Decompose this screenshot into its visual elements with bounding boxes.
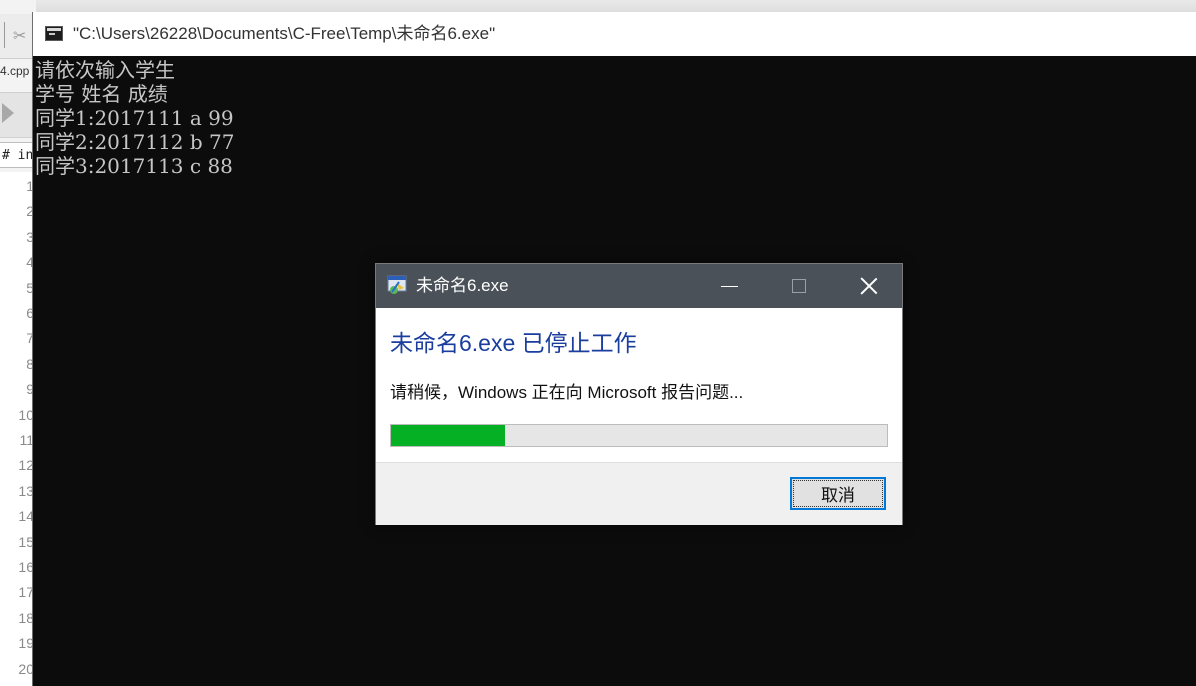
line-number: 3 xyxy=(26,228,34,245)
console-line: 同学3:2017113 c 88 xyxy=(35,154,233,178)
error-dialog: 未命名6.exe 未命名6.exe 已停止工作 请稍候，Windows 正在向 … xyxy=(375,263,903,525)
scissors-icon[interactable]: ✂ xyxy=(13,26,26,45)
cancel-button[interactable]: 取消 xyxy=(790,477,886,510)
maximize-icon xyxy=(792,279,806,293)
minimize-button[interactable] xyxy=(694,264,764,308)
line-number: 15 xyxy=(18,533,34,550)
minimize-icon xyxy=(720,285,738,287)
console-title: "C:\Users\26228\Documents\C-Free\Temp\未命… xyxy=(73,24,496,43)
line-number: 4 xyxy=(26,254,34,271)
line-number: 1 xyxy=(26,178,34,194)
line-number: 19 xyxy=(18,635,34,652)
console-line: 同学2:2017112 b 77 xyxy=(35,130,235,154)
dialog-titlebar[interactable]: 未命名6.exe xyxy=(376,264,902,308)
line-number: 13 xyxy=(18,482,34,499)
console-line: 请依次输入学生 xyxy=(35,58,175,82)
play-icon xyxy=(2,103,14,123)
line-number: 11 xyxy=(19,432,34,448)
line-number: 9 xyxy=(26,381,34,398)
toolbar-separator xyxy=(4,22,5,48)
line-number: 17 xyxy=(18,584,34,601)
line-number: 8 xyxy=(26,355,34,372)
progress-fill xyxy=(391,425,505,446)
line-number: 18 xyxy=(18,609,34,626)
dialog-heading: 未命名6.exe 已停止工作 xyxy=(390,330,637,356)
ide-editor-tab[interactable]: 4.cpp xyxy=(0,64,36,82)
line-number: 14 xyxy=(18,508,34,525)
line-number: 2 xyxy=(26,203,34,220)
close-button[interactable] xyxy=(834,264,904,308)
console-line: 学号 姓名 成绩 xyxy=(35,82,168,106)
line-number: 7 xyxy=(26,330,34,347)
ide-file-tab[interactable]: # in xyxy=(0,142,36,168)
console-titlebar[interactable]: "C:\Users\26228\Documents\C-Free\Temp\未命… xyxy=(33,12,1196,56)
ide-run-button[interactable] xyxy=(0,92,36,138)
line-number: 20 xyxy=(18,660,34,677)
report-progress-bar xyxy=(390,424,888,447)
line-number: 5 xyxy=(26,279,34,296)
ide-line-gutter: 1 2 3 4 5 6 7 8 9 10 11 12 13 14 15 16 17 18 19 20 xyxy=(0,172,35,686)
line-number: 16 xyxy=(18,559,34,575)
dialog-message: 请稍候，Windows 正在向 Microsoft 报告问题... xyxy=(390,383,744,402)
console-output: 请依次输入学生 学号 姓名 成绩 同学1:2017111 a 99 同学2:20171… xyxy=(35,58,1195,178)
close-icon xyxy=(860,277,878,295)
maximize-button xyxy=(764,264,834,308)
ide-toolbar: ✂ xyxy=(0,14,36,59)
app-window-icon xyxy=(387,275,407,294)
line-number: 10 xyxy=(18,406,34,423)
console-app-icon xyxy=(45,26,63,41)
dialog-footer: 取消 xyxy=(376,462,902,525)
console-line: 同学1:2017111 a 99 xyxy=(35,106,234,130)
dialog-title: 未命名6.exe xyxy=(416,276,509,295)
line-number: 6 xyxy=(26,305,34,321)
line-number: 12 xyxy=(18,457,34,474)
